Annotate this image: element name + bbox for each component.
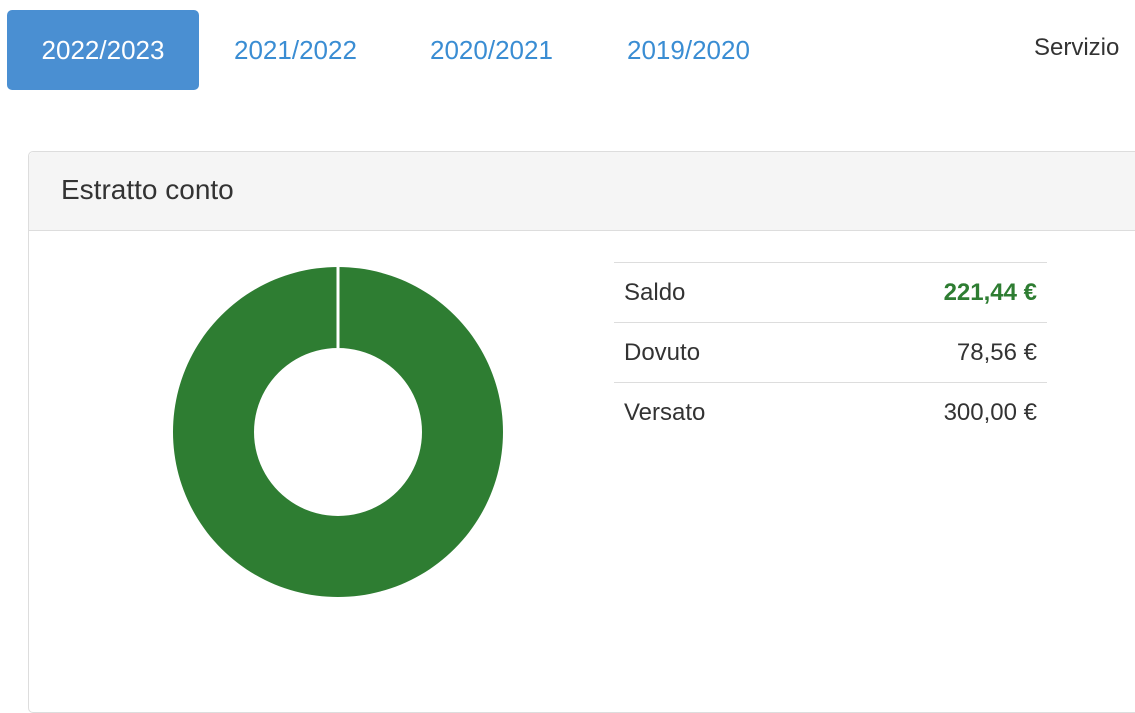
tab-2019-2020[interactable]: 2019/2020 [627, 10, 750, 90]
summary-row-versato: Versato 300,00 € [614, 382, 1047, 442]
summary-row-saldo: Saldo 221,44 € [614, 262, 1047, 322]
versato-label: Versato [624, 399, 706, 426]
estratto-conto-panel: Estratto conto Saldo 221,44 € Dovuto 78,… [28, 151, 1135, 713]
summary-row-dovuto: Dovuto 78,56 € [614, 322, 1047, 382]
year-tabs: 2022/2023 2021/2022 2020/2021 2019/2020 … [0, 0, 1135, 100]
tab-2020-2021[interactable]: 2020/2021 [430, 10, 553, 90]
dovuto-label: Dovuto [624, 339, 701, 366]
panel-heading: Estratto conto [29, 152, 1135, 231]
tab-servizio[interactable]: Servizio [1034, 10, 1119, 85]
saldo-value: 221,44 € [943, 279, 1037, 306]
saldo-label: Saldo [624, 279, 686, 306]
versato-value: 300,00 € [943, 399, 1037, 426]
balance-donut-chart [172, 266, 503, 597]
summary-table: Saldo 221,44 € Dovuto 78,56 € Versato 30… [614, 262, 1047, 442]
tab-2021-2022[interactable]: 2021/2022 [234, 10, 357, 90]
tab-2022-2023[interactable]: 2022/2023 [7, 10, 199, 90]
panel-title: Estratto conto [61, 174, 234, 205]
dovuto-value: 78,56 € [956, 339, 1037, 366]
